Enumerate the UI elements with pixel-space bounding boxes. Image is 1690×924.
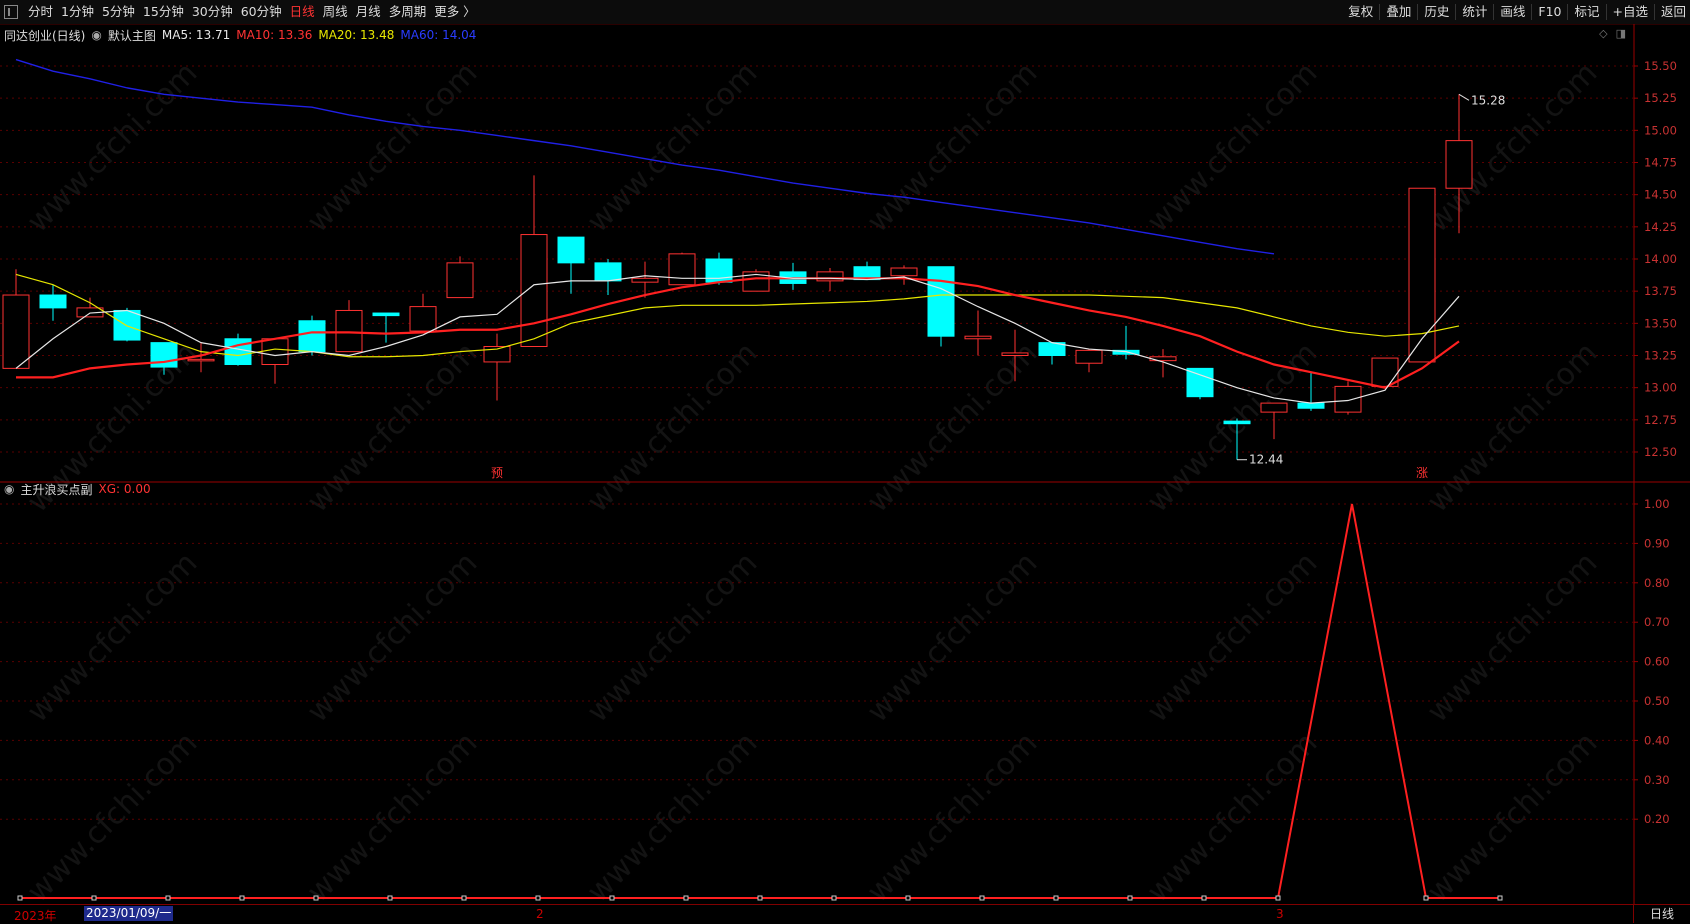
signal-marker: 预	[491, 466, 503, 480]
candle-body	[520, 234, 548, 347]
xg-point	[535, 895, 541, 901]
candle-body	[1223, 420, 1251, 425]
xg-point	[979, 895, 985, 901]
xg-point	[905, 895, 911, 901]
xg-point	[1053, 895, 1059, 901]
xg-point	[609, 895, 615, 901]
candle-body	[39, 294, 67, 309]
candle-body	[1260, 402, 1288, 413]
candle-body	[335, 309, 363, 353]
high-label: 15.28	[1471, 93, 1505, 107]
price-tick-label: 15.25	[1644, 91, 1677, 105]
price-tick-label: 14.00	[1644, 252, 1677, 266]
year-label: 2023年	[14, 909, 57, 923]
xg-point	[91, 895, 97, 901]
candle-body	[372, 312, 400, 317]
xg-point	[831, 895, 837, 901]
candle-body	[1186, 367, 1214, 398]
candle-body	[1297, 402, 1325, 409]
candle-body	[1445, 140, 1473, 189]
candle-body	[446, 262, 474, 299]
indicator-tick-label: 0.70	[1644, 615, 1670, 629]
selected-date: 2023/01/09/一	[84, 906, 174, 921]
xg-point	[1423, 895, 1429, 901]
xg-point	[387, 895, 393, 901]
high-pointer	[1458, 93, 1470, 101]
xg-point	[1127, 895, 1133, 901]
xg-point	[165, 895, 171, 901]
xg-point	[313, 895, 319, 901]
price-tick-label: 12.75	[1644, 413, 1677, 427]
candle-body	[1001, 352, 1029, 356]
period-badge[interactable]: 日线	[1633, 905, 1690, 923]
price-tick-label: 13.25	[1644, 349, 1677, 363]
price-tick-label: 13.75	[1644, 284, 1677, 298]
indicator-tick-label: 0.20	[1644, 812, 1670, 826]
xg-point	[757, 895, 763, 901]
candle-body	[1334, 385, 1362, 413]
month-label-2: 2	[536, 907, 544, 921]
candle-body	[187, 358, 215, 362]
xg-point	[239, 895, 245, 901]
ma60-line	[15, 58, 1275, 255]
price-tick-label: 12.50	[1644, 445, 1677, 459]
candle-body	[927, 266, 955, 337]
indicator-tick-label: 0.60	[1644, 655, 1670, 669]
low-label: 12.44	[1249, 453, 1283, 467]
candle-body	[557, 236, 585, 264]
xg-point	[1275, 895, 1281, 901]
month-label-3: 3	[1276, 907, 1284, 921]
candle-body	[2, 294, 30, 369]
xg-point	[17, 895, 23, 901]
price-tick-label: 14.75	[1644, 156, 1677, 170]
xg-point	[1201, 895, 1207, 901]
price-tick-label: 14.50	[1644, 188, 1677, 202]
candle-body	[890, 267, 918, 277]
candle-body	[668, 253, 696, 286]
candle-body	[816, 271, 844, 282]
candle-body	[964, 335, 992, 340]
price-tick-label: 13.50	[1644, 316, 1677, 330]
price-tick-label: 14.25	[1644, 220, 1677, 234]
xg-point	[1497, 895, 1503, 901]
xg-point	[683, 895, 689, 901]
price-tick-label: 13.00	[1644, 381, 1677, 395]
indicator-tick-label: 0.50	[1644, 694, 1670, 708]
indicator-tick-label: 0.40	[1644, 733, 1670, 747]
date-axis-bar: 2023年 2023/01/09/一 2 3 日线	[0, 904, 1690, 923]
price-tick-label: 15.00	[1644, 123, 1677, 137]
indicator-tick-label: 1.00	[1644, 497, 1670, 511]
candle-body	[1408, 187, 1436, 363]
candle-body	[1149, 356, 1177, 362]
signal-marker: 涨	[1416, 465, 1428, 480]
ma10-line	[16, 277, 1460, 389]
indicator-tick-label: 0.80	[1644, 576, 1670, 590]
kline-chart[interactable]: 15.50 15.25 15.00 14.75 14.50 14.25 14.00 13.75…	[0, 0, 1690, 922]
candle-body	[409, 306, 437, 332]
candle-body	[298, 320, 326, 353]
candle-body	[1075, 349, 1103, 364]
indicator-tick-label: 0.30	[1644, 773, 1670, 787]
indicator-tick-label: 0.90	[1644, 536, 1670, 550]
price-tick-label: 15.50	[1644, 59, 1677, 73]
xg-point	[461, 895, 467, 901]
candle-body	[594, 262, 622, 282]
candle-body	[631, 277, 659, 283]
candle-body	[261, 338, 289, 366]
